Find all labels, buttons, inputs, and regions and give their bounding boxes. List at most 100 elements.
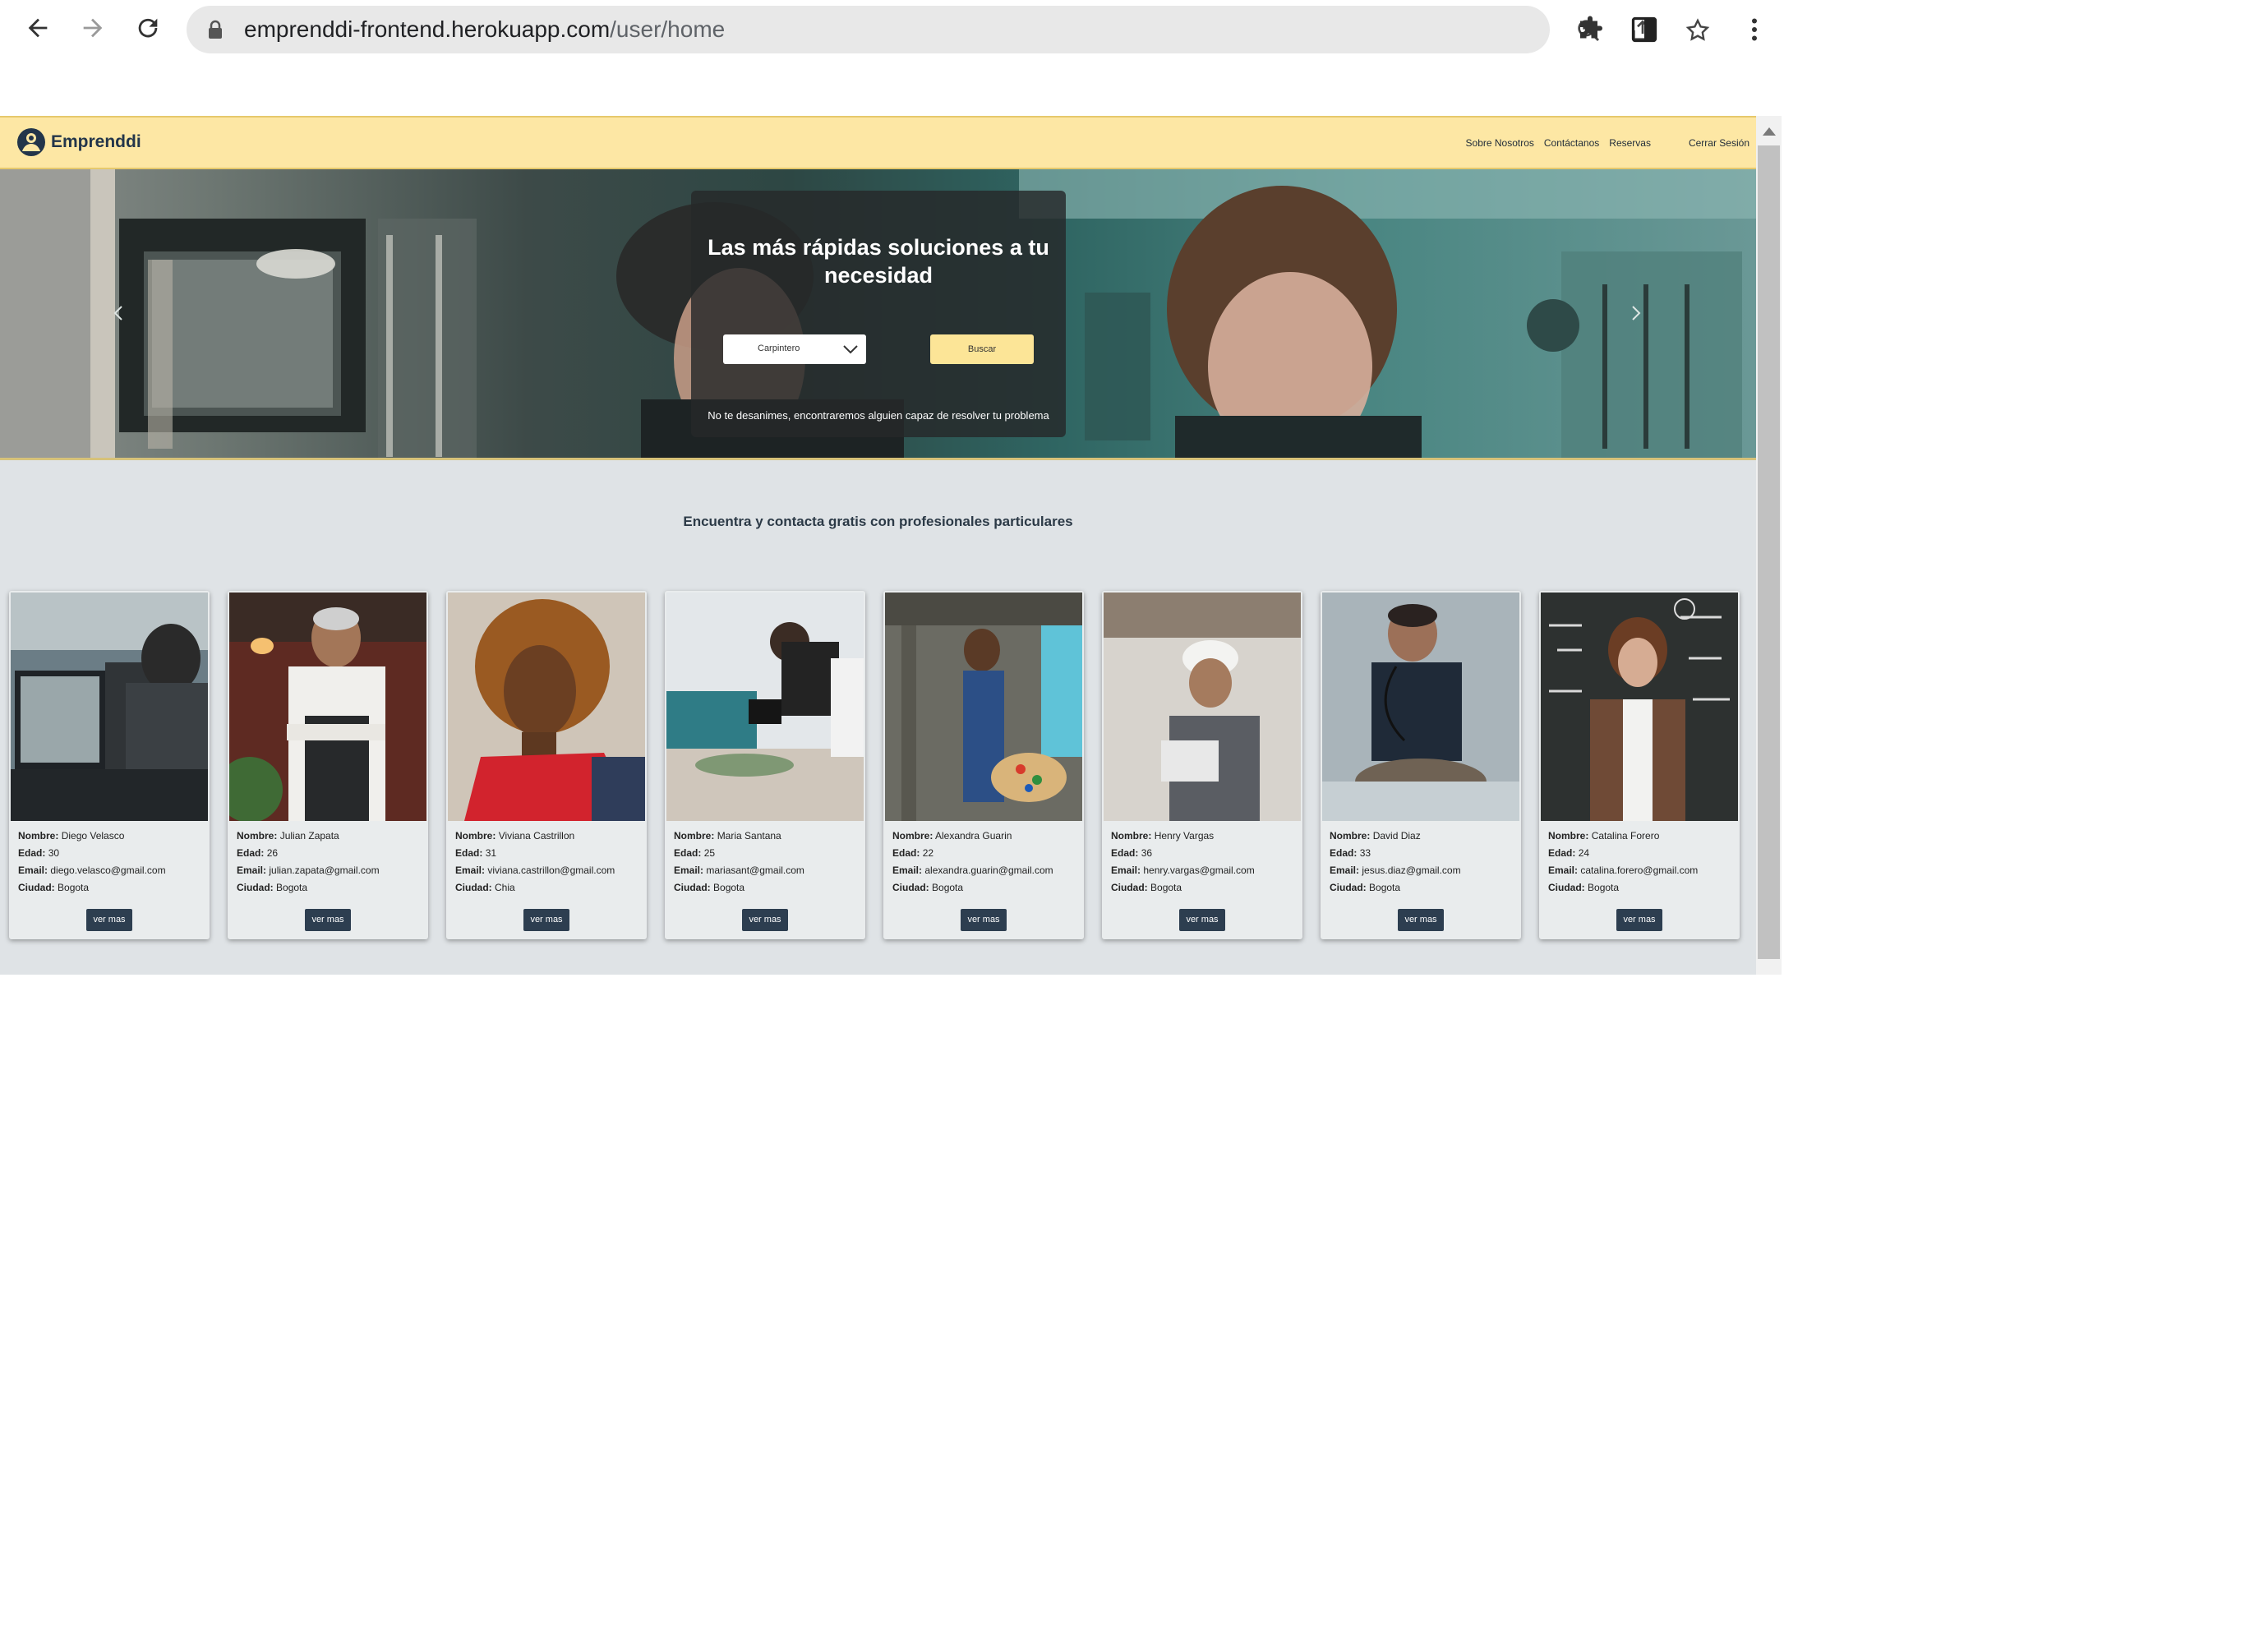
email-value: mariasant@gmail.com <box>706 865 804 876</box>
email-label: Email: <box>1548 865 1579 876</box>
city-value: Bogota <box>58 882 90 893</box>
profile-info: Nombre: Julian Zapata Edad: 26 Email: ju… <box>237 828 424 897</box>
email-value: diego.velasco@gmail.com <box>50 865 166 876</box>
age-label: Edad: <box>892 847 920 859</box>
age-label: Edad: <box>674 847 702 859</box>
profile-photo <box>448 593 645 821</box>
age-value: 30 <box>48 847 60 859</box>
age-value: 33 <box>1359 847 1371 859</box>
age-value: 26 <box>266 847 279 859</box>
view-more-button[interactable]: ver mas <box>742 909 788 931</box>
email-value: julian.zapata@gmail.com <box>269 865 380 876</box>
nav-bookings-link[interactable]: Reservas <box>1609 137 1651 149</box>
professionals-grid: Nombre: Diego Velasco Edad: 30 Email: di… <box>9 591 1756 942</box>
age-label: Edad: <box>1111 847 1139 859</box>
professional-card: Nombre: Viviana Castrillon Edad: 31 Emai… <box>446 591 647 939</box>
city-value: Bogota <box>713 882 745 893</box>
name-label: Nombre: <box>1111 830 1152 842</box>
back-arrow-icon <box>28 18 48 38</box>
view-more-button[interactable]: ver mas <box>523 909 569 931</box>
name-value: David Diaz <box>1372 830 1421 842</box>
name-value: Maria Santana <box>717 830 781 842</box>
url-domain: emprenddi-frontend.herokuapp.com <box>244 16 611 42</box>
professional-card: Nombre: David Diaz Edad: 33 Email: jesus… <box>1321 591 1521 939</box>
email-value: jesus.diaz@gmail.com <box>1362 865 1461 876</box>
scrollbar-thumb[interactable] <box>1758 145 1780 959</box>
nav-contact-link[interactable]: Contáctanos <box>1544 137 1599 149</box>
age-value: 25 <box>703 847 716 859</box>
name-value: Henry Vargas <box>1154 830 1215 842</box>
browser-toolbar: emprenddi-frontend.herokuapp.com/user/ho… <box>0 0 2268 59</box>
view-more-button[interactable]: ver mas <box>1179 909 1225 931</box>
age-label: Edad: <box>1548 847 1576 859</box>
page-scrollbar[interactable] <box>1756 116 1782 975</box>
city-value: Bogota <box>1588 882 1620 893</box>
professional-card: Nombre: Catalina Forero Edad: 24 Email: … <box>1539 591 1740 939</box>
brand-name: Emprenddi <box>51 132 141 151</box>
city-value: Bogota <box>1369 882 1401 893</box>
scroll-up-icon[interactable] <box>1763 127 1776 136</box>
age-label: Edad: <box>237 847 265 859</box>
search-panel: Las más rápidas soluciones a tu necesida… <box>691 191 1066 437</box>
professional-card: Nombre: Diego Velasco Edad: 30 Email: di… <box>9 591 210 939</box>
profile-photo <box>1541 593 1738 821</box>
hero-note: No te desanimes, encontraremos alguien c… <box>708 409 1049 422</box>
email-label: Email: <box>1111 865 1141 876</box>
professional-card: Nombre: Julian Zapata Edad: 26 Email: ju… <box>228 591 428 939</box>
trade-select[interactable]: Carpintero <box>723 334 866 364</box>
section-heading: Encuentra y contacta gratis con profesio… <box>683 514 1073 529</box>
email-label: Email: <box>1330 865 1360 876</box>
city-value: Chia <box>495 882 515 893</box>
name-label: Nombre: <box>674 830 715 842</box>
forward-button[interactable] <box>75 10 111 46</box>
view-more-button[interactable]: ver mas <box>1616 909 1662 931</box>
nav-about-link[interactable]: Sobre Nosotros <box>1466 137 1534 149</box>
profile-photo-image <box>11 593 208 821</box>
search-button[interactable]: Buscar <box>930 334 1034 364</box>
age-label: Edad: <box>18 847 46 859</box>
city-label: Ciudad: <box>892 882 929 893</box>
age-value: 31 <box>485 847 497 859</box>
back-button[interactable] <box>20 10 56 46</box>
page-viewport: Emprenddi Sobre Nosotros Contáctanos Res… <box>0 116 1782 975</box>
name-label: Nombre: <box>237 830 278 842</box>
forward-arrow-icon <box>83 18 103 38</box>
carousel-prev-icon[interactable] <box>107 301 131 325</box>
city-label: Ciudad: <box>18 882 55 893</box>
view-more-button[interactable]: ver mas <box>305 909 351 931</box>
age-label: Edad: <box>455 847 483 859</box>
view-more-button[interactable]: ver mas <box>961 909 1007 931</box>
city-value: Bogota <box>276 882 308 893</box>
profile-photo <box>1322 593 1519 821</box>
city-label: Ciudad: <box>1111 882 1148 893</box>
profile-photo-image <box>885 593 1082 821</box>
view-more-button[interactable]: ver mas <box>1398 909 1444 931</box>
reload-button[interactable] <box>130 10 166 46</box>
more-menu-icon[interactable] <box>1740 15 1769 44</box>
professional-card: Nombre: Henry Vargas Edad: 36 Email: hen… <box>1102 591 1302 939</box>
reload-icon <box>138 18 158 38</box>
extensions-puzzle-icon[interactable] <box>1575 15 1605 44</box>
logout-link[interactable]: Cerrar Sesión <box>1689 137 1749 149</box>
profile-info: Nombre: Diego Velasco Edad: 30 Email: di… <box>18 828 205 897</box>
carousel-next-icon[interactable] <box>1623 301 1648 325</box>
bookmark-star-icon[interactable] <box>1685 17 1711 44</box>
brand-link[interactable]: Emprenddi <box>16 127 141 157</box>
name-value: Julian Zapata <box>279 830 339 842</box>
city-value: Bogota <box>1150 882 1182 893</box>
profile-info: Nombre: Henry Vargas Edad: 36 Email: hen… <box>1111 828 1298 897</box>
chevron-down-icon <box>843 345 858 354</box>
name-label: Nombre: <box>18 830 59 842</box>
profile-photo <box>666 593 864 821</box>
name-value: Catalina Forero <box>1591 830 1660 842</box>
side-panel-icon[interactable] <box>1630 15 1659 44</box>
city-label: Ciudad: <box>455 882 492 893</box>
profile-photo-image <box>448 593 645 821</box>
city-label: Ciudad: <box>674 882 711 893</box>
view-more-button[interactable]: ver mas <box>86 909 132 931</box>
email-value: catalina.forero@gmail.com <box>1580 865 1699 876</box>
city-value: Bogota <box>932 882 964 893</box>
profile-info: Nombre: Viviana Castrillon Edad: 31 Emai… <box>455 828 643 897</box>
age-value: 24 <box>1578 847 1590 859</box>
address-bar[interactable]: emprenddi-frontend.herokuapp.com/user/ho… <box>187 6 1710 53</box>
